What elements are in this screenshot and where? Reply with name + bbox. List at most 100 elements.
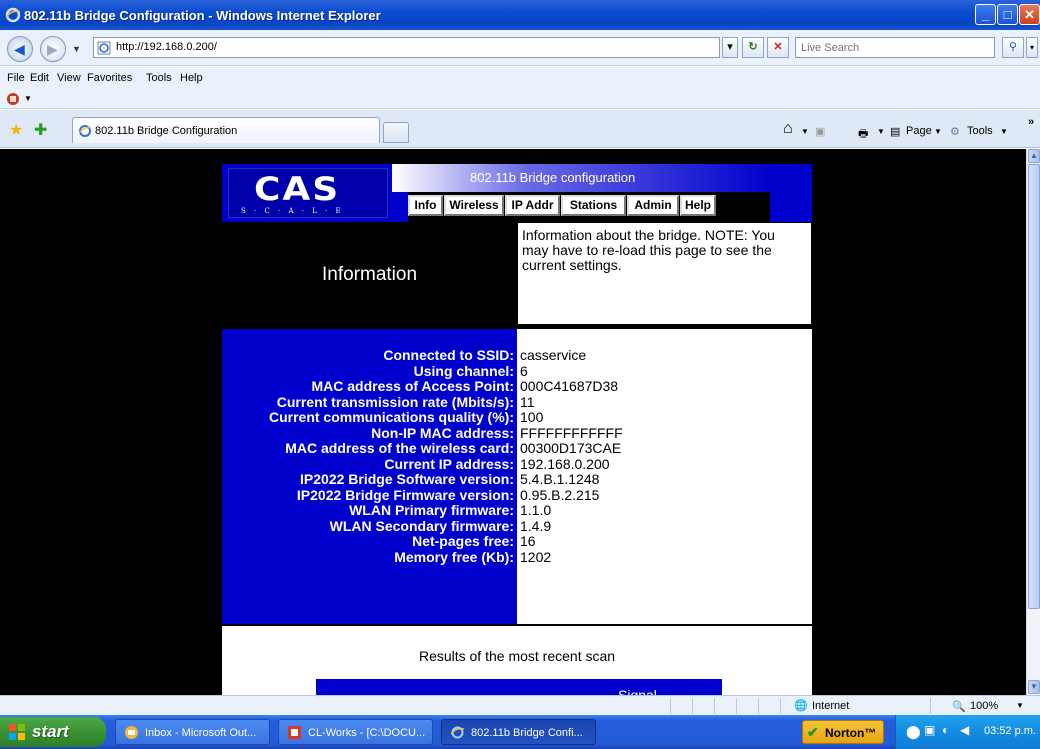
forward-arrow-icon: ▶ [47,41,58,57]
menu-tools[interactable]: Tools [146,72,172,84]
detail-value: 11 [520,393,535,410]
detail-label: IP2022 Bridge Software version: [300,471,514,487]
toolbar-addon-icon[interactable] [6,92,22,106]
menu-edit[interactable]: Edit [30,72,49,84]
url-text: http://192.168.0.200/ [116,41,217,53]
ie-page-icon [97,41,111,55]
menu-file[interactable]: File [7,72,25,84]
scan-results: Results of the most recent scan Signal [222,626,812,695]
zoom-dropdown-icon[interactable]: ▼ [1016,701,1024,710]
nav-tab-stations[interactable]: Stations [561,195,626,216]
page-menu[interactable]: Page [906,125,932,137]
home-icon[interactable]: ⌂ [783,120,793,138]
zoom-level[interactable]: 100% [970,700,998,712]
detail-value: 00300D173CAE [520,440,622,456]
start-button[interactable]: start [0,717,106,747]
tab-active[interactable]: 802.11b Bridge Configuration [72,117,380,143]
address-dropdown-button[interactable]: ▾ [722,37,738,58]
search-input[interactable] [796,38,986,57]
detail-label: Memory free (Kb): [394,548,514,565]
detail-label: WLAN Primary firmware: [349,502,514,518]
print-icon[interactable]: 🖶 [858,125,868,144]
taskbar-item-label: 802.11b Bridge Confi... [471,727,583,739]
clock: 03:52 p.m. [984,725,1036,737]
tools-menu[interactable]: Tools [967,125,993,137]
close-button[interactable]: ✕ [1019,4,1040,25]
detail-value: 1.1.0 [520,502,552,518]
nav-tab-info[interactable]: Info [408,195,443,216]
favorites-star-icon[interactable]: ★ [9,120,23,140]
nav-tab-help[interactable]: Help [680,195,716,216]
feeds-icon[interactable]: ▣ [815,125,825,138]
back-button[interactable]: ◀ [7,36,33,62]
tray-app-icon[interactable]: ⬤ [906,724,921,740]
status-separator [714,698,715,714]
taskbar-item-outlook[interactable]: Inbox - Microsoft Out... [115,719,270,745]
clworks-icon [288,726,301,739]
toolbar-overflow-icon[interactable]: » [1028,116,1034,128]
tray-volume-icon[interactable]: ◀ [960,723,969,737]
nav-tab-admin[interactable]: Admin [627,195,679,216]
internet-zone-icon: 🌐 [794,700,808,712]
search-box[interactable] [795,37,995,58]
detail-label: Connected to SSID: [383,347,514,363]
detail-label: Net-pages free: [412,533,514,549]
vertical-scrollbar[interactable]: ▲ ▼ [1026,149,1040,695]
taskbar-item-clworks[interactable]: CL-Works - [C:\DOCU... [278,719,433,745]
window-title: 802.11b Bridge Configuration - Windows I… [24,8,381,23]
scroll-up-button[interactable]: ▲ [1028,149,1040,163]
scroll-thumb[interactable] [1028,164,1040,609]
scan-col-signal: Signal [618,687,657,695]
windows-logo-icon [9,724,25,740]
details-labels: Connected to SSID: Using channel: MAC ad… [222,329,517,624]
detail-label: Non-IP MAC address: [371,424,514,441]
addon-dropdown-icon[interactable]: ▼ [24,94,32,103]
menu-help[interactable]: Help [180,72,203,84]
tab-row: ★ ✚ 802.11b Bridge Configuration ⌂ ▼ ▣ 🖶… [0,110,1040,148]
refresh-icon[interactable]: ↻ [742,37,764,58]
links-toolbar: ▼ [0,89,1040,109]
search-icon[interactable]: ⚲ [1002,37,1024,58]
scan-table-header: Signal [316,679,722,695]
detail-value: 0.95.B.2.215 [520,486,600,503]
detail-label: MAC address of the wireless card: [285,440,514,456]
zoom-icon[interactable]: 🔍 [952,700,966,713]
address-bar[interactable]: http://192.168.0.200/ [93,37,720,58]
gear-icon[interactable]: ⚙ [950,125,960,138]
menu-view[interactable]: View [57,72,81,84]
page-dropdown-icon[interactable]: ▼ [934,127,942,136]
security-zone: Internet [812,700,850,712]
info-note-text: Information about the bridge. NOTE: You … [522,227,775,273]
back-arrow-icon: ◀ [14,41,25,57]
print-dropdown-icon[interactable]: ▼ [877,127,885,136]
detail-value: 000C41687D38 [520,378,619,394]
tray-cas-icon[interactable]: ▣ [924,723,935,737]
forward-button[interactable]: ▶ [40,36,66,62]
info-note: Information about the bridge. NOTE: You … [517,222,812,325]
add-favorites-icon[interactable]: ✚ [34,120,47,140]
menu-bar: File Edit View Favorites Tools Help [0,67,1040,89]
logo-subtext: S · C · A · L · E [241,207,344,215]
nav-tab-ip-addr[interactable]: IP Addr [505,195,560,216]
stop-icon[interactable]: ✕ [767,37,789,58]
maximize-button[interactable]: □ [997,4,1018,25]
outlook-icon [125,726,138,739]
new-tab-button[interactable] [383,122,409,143]
detail-value: 1.4.9 [520,517,552,534]
history-dropdown[interactable]: ▼ [72,44,81,54]
norton-button[interactable]: ✔ Norton™ [802,720,884,744]
nav-tab-wireless[interactable]: Wireless [444,195,504,216]
home-dropdown-icon[interactable]: ▼ [801,127,809,136]
title-bar: 802.11b Bridge Configuration - Windows I… [0,0,1040,30]
search-options-dropdown[interactable]: ▾ [1026,37,1038,58]
header-title: 802.11b Bridge configuration [470,170,636,185]
tray-network-icon[interactable]: ◐ [942,723,949,737]
status-separator [930,698,931,714]
taskbar-item-ie[interactable]: 802.11b Bridge Confi... [441,719,596,745]
menu-favorites[interactable]: Favorites [87,72,132,84]
tools-dropdown-icon[interactable]: ▼ [1000,127,1008,136]
minimize-button[interactable]: _ [975,4,996,25]
page-menu-icon[interactable]: ▤ [890,125,900,138]
nav-tabs: Info Wireless IP Addr Stations Admin Hel… [408,192,770,222]
scroll-down-button[interactable]: ▼ [1028,680,1040,694]
